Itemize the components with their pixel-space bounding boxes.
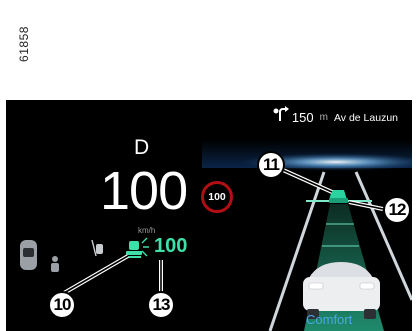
acc-icon: [126, 237, 149, 258]
lane-assist-icon: [91, 239, 103, 257]
nav-street: Av de Lauzun: [333, 111, 398, 124]
callout-13: 13: [147, 291, 175, 319]
own-car-icon: [303, 262, 380, 319]
nav-distance-unit: m: [319, 112, 328, 123]
speed-limit-value: 100: [208, 191, 226, 203]
speed-readout: 100: [100, 161, 188, 221]
navigation-instruction: 150 m Av de Lauzun: [272, 110, 398, 125]
callout-11: 11: [257, 151, 285, 179]
gear-indicator: D: [134, 136, 150, 159]
nav-distance: 150: [291, 110, 314, 125]
callout-12: 12: [383, 196, 411, 224]
reference-code: 61858: [17, 26, 31, 62]
driving-mode: Comfort: [306, 312, 353, 327]
callout-10: 10: [48, 291, 76, 319]
pedestrian-icon: [51, 256, 59, 272]
acc-set-speed: 100: [154, 235, 188, 257]
side-vehicle-icon: [20, 240, 37, 270]
vehicle-ahead-icon: [329, 190, 348, 203]
speed-limit-sign: 100: [201, 181, 233, 213]
speed-unit: km/h: [138, 226, 156, 235]
